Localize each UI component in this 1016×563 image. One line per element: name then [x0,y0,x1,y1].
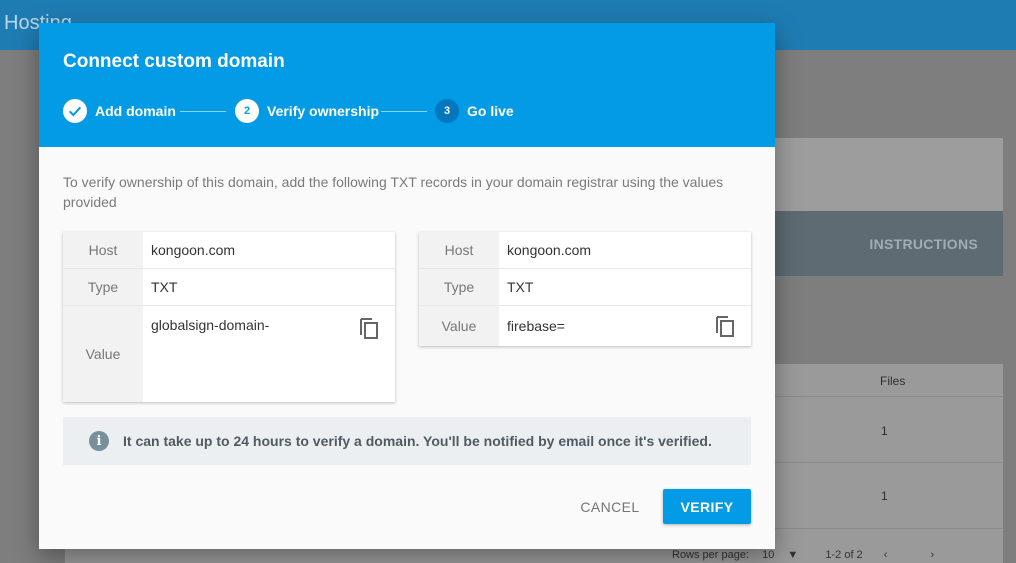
step-go-live: 3 Go live [435,99,514,123]
step-number: 2 [235,99,259,123]
record-row-host: Host kongoon.com [419,232,751,269]
txt-record-card: Host kongoon.com Type TXT Value firebase… [419,232,751,346]
record-row-type: Type TXT [419,269,751,306]
step-label: Go live [467,103,514,119]
verify-button[interactable]: VERIFY [663,489,751,524]
step-connector [180,111,226,112]
record-host-value[interactable]: kongoon.com [499,232,751,268]
record-type-value[interactable]: TXT [499,269,751,305]
table-divider [775,396,1003,397]
cancel-button[interactable]: CANCEL [573,489,647,525]
record-value-cell: globalsign-domain- [143,306,395,402]
next-page-icon[interactable]: › [930,549,934,561]
table-cell-files: 1 [881,424,888,438]
info-icon: i [89,431,109,451]
step-complete-circle [63,99,87,123]
rows-per-page-select[interactable]: 10 [762,549,774,561]
step-connector [381,111,427,112]
step-add-domain: Add domain [63,99,176,123]
record-value-cell: firebase= [499,306,751,346]
record-row-host: Host kongoon.com [63,232,395,269]
record-host-value[interactable]: kongoon.com [143,232,395,268]
record-key: Host [419,232,499,268]
check-icon [68,106,82,117]
record-key: Value [63,306,143,402]
table-divider [775,462,1003,463]
copy-icon[interactable] [715,314,735,338]
info-message: It can take up to 24 hours to verify a d… [123,433,712,449]
step-label: Verify ownership [267,103,380,119]
page-range: 1-2 of 2 [825,549,863,561]
table-pagination: Rows per page: 10 ▼ 1-2 of 2 ‹ › [672,549,944,561]
record-type-value[interactable]: TXT [143,269,395,305]
instructions-link[interactable]: INSTRUCTIONS [869,236,978,252]
dialog-title: Connect custom domain [63,51,285,72]
info-banner: i It can take up to 24 hours to verify a… [63,417,751,465]
prev-page-icon[interactable]: ‹ [884,549,888,561]
record-key: Host [63,232,143,268]
record-value-text[interactable]: firebase= [507,318,565,334]
dialog-description: To verify ownership of this domain, add … [63,174,724,210]
table-cell-files: 1 [881,489,888,503]
rows-per-page-label: Rows per page: [672,549,750,561]
record-key: Value [419,306,499,346]
files-column-header: Files [880,374,906,388]
record-key: Type [63,269,143,305]
record-key: Type [419,269,499,305]
connect-domain-dialog: Connect custom domain Add domain 2 Verif… [39,23,775,549]
record-row-type: Type TXT [63,269,395,306]
copy-icon[interactable] [359,316,379,340]
dialog-header: Connect custom domain Add domain 2 Verif… [39,23,775,147]
dropdown-arrow-icon[interactable]: ▼ [787,549,798,561]
step-number: 3 [435,99,459,123]
table-divider [775,528,1003,529]
record-row-value: Value firebase= [419,306,751,346]
record-row-value: Value globalsign-domain- [63,306,395,402]
txt-record-card: Host kongoon.com Type TXT Value globalsi… [63,232,395,402]
step-label: Add domain [95,103,176,119]
step-verify-ownership: 2 Verify ownership [235,99,379,123]
